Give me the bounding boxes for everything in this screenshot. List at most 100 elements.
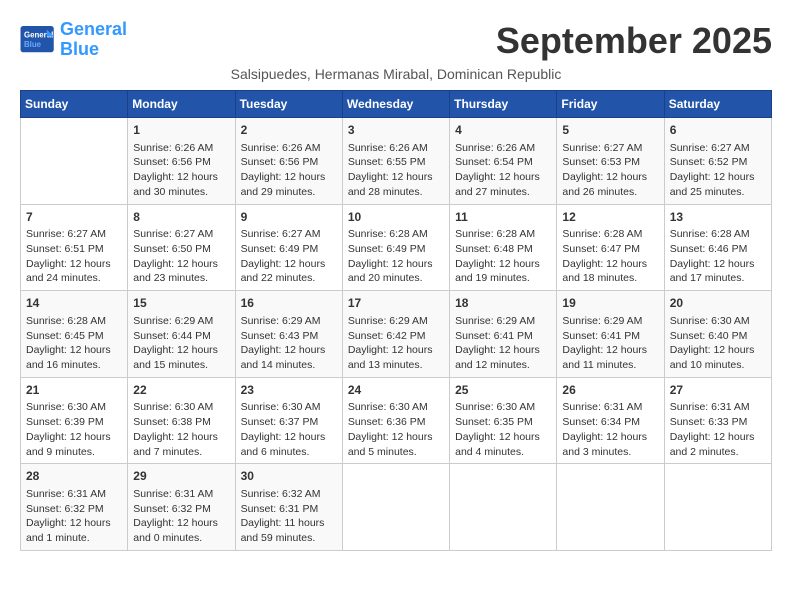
- day-header-friday: Friday: [557, 91, 664, 118]
- day-info: Sunrise: 6:31 AM Sunset: 6:34 PM Dayligh…: [562, 400, 658, 459]
- calendar-cell: 15Sunrise: 6:29 AM Sunset: 6:44 PM Dayli…: [128, 291, 235, 378]
- day-number: 2: [241, 122, 337, 139]
- day-header-saturday: Saturday: [664, 91, 771, 118]
- week-row-2: 7Sunrise: 6:27 AM Sunset: 6:51 PM Daylig…: [21, 204, 772, 291]
- calendar-cell: 29 Sunrise: 6:31 AM Sunset: 6:32 PM Dayli…: [128, 464, 235, 551]
- day-number: 19: [562, 295, 658, 312]
- day-info: Sunrise: 6:27 AM Sunset: 6:53 PM Dayligh…: [562, 141, 658, 200]
- day-number: 9: [241, 209, 337, 226]
- day-header-wednesday: Wednesday: [342, 91, 449, 118]
- day-info: Sunrise: 6:31 AM Sunset: 6:33 PM Dayligh…: [670, 400, 766, 459]
- calendar-cell: 25Sunrise: 6:30 AM Sunset: 6:35 PM Dayli…: [450, 377, 557, 464]
- day-number: 14: [26, 295, 122, 312]
- day-info: Sunrise: 6:32 AM Sunset: 6:31 PM Dayligh…: [241, 487, 337, 546]
- day-number: 5: [562, 122, 658, 139]
- day-number: 29: [133, 468, 229, 485]
- day-info: Sunrise: 6:31 AM Sunset: 6:32 PM Dayligh…: [133, 487, 229, 546]
- calendar-cell: [664, 464, 771, 551]
- logo: General Blue GeneralBlue: [20, 20, 127, 60]
- calendar-cell: 30 Sunrise: 6:32 AM Sunset: 6:31 PM Dayli…: [235, 464, 342, 551]
- week-row-3: 14Sunrise: 6:28 AM Sunset: 6:45 PM Dayli…: [21, 291, 772, 378]
- calendar-cell: 9Sunrise: 6:27 AM Sunset: 6:49 PM Daylig…: [235, 204, 342, 291]
- week-row-1: 1 Sunrise: 6:26 AM Sunset: 6:56 PM Daylig…: [21, 118, 772, 205]
- logo-icon: General Blue: [20, 26, 56, 54]
- day-number: 26: [562, 382, 658, 399]
- day-info: Sunrise: 6:29 AM Sunset: 6:44 PM Dayligh…: [133, 314, 229, 373]
- calendar-table: SundayMondayTuesdayWednesdayThursdayFrid…: [20, 90, 772, 551]
- logo-text: GeneralBlue: [60, 20, 127, 60]
- day-info: Sunrise: 6:30 AM Sunset: 6:35 PM Dayligh…: [455, 400, 551, 459]
- day-number: 20: [670, 295, 766, 312]
- calendar-cell: 19 Sunrise: 6:29 AM Sunset: 6:41 PM Dayli…: [557, 291, 664, 378]
- calendar-subtitle: Salsipuedes, Hermanas Mirabal, Dominican…: [20, 66, 772, 82]
- day-number: 22: [133, 382, 229, 399]
- calendar-cell: 28 Sunrise: 6:31 AM Sunset: 6:32 PM Dayli…: [21, 464, 128, 551]
- day-info: Sunrise: 6:30 AM Sunset: 6:36 PM Dayligh…: [348, 400, 444, 459]
- calendar-cell: 10Sunrise: 6:28 AM Sunset: 6:49 PM Dayli…: [342, 204, 449, 291]
- day-header-sunday: Sunday: [21, 91, 128, 118]
- day-number: 17: [348, 295, 444, 312]
- day-info: Sunrise: 6:28 AM Sunset: 6:49 PM Dayligh…: [348, 227, 444, 286]
- day-number: 24: [348, 382, 444, 399]
- calendar-cell: 4Sunrise: 6:26 AM Sunset: 6:54 PM Daylig…: [450, 118, 557, 205]
- day-number: 6: [670, 122, 766, 139]
- calendar-cell: 24Sunrise: 6:30 AM Sunset: 6:36 PM Dayli…: [342, 377, 449, 464]
- day-number: 4: [455, 122, 551, 139]
- day-number: 16: [241, 295, 337, 312]
- day-info: Sunrise: 6:27 AM Sunset: 6:52 PM Dayligh…: [670, 141, 766, 200]
- day-number: 3: [348, 122, 444, 139]
- day-number: 1: [133, 122, 229, 139]
- calendar-cell: 1 Sunrise: 6:26 AM Sunset: 6:56 PM Daylig…: [128, 118, 235, 205]
- calendar-cell: 11Sunrise: 6:28 AM Sunset: 6:48 PM Dayli…: [450, 204, 557, 291]
- day-info: Sunrise: 6:26 AM Sunset: 6:55 PM Dayligh…: [348, 141, 444, 200]
- calendar-cell: [557, 464, 664, 551]
- day-info: Sunrise: 6:30 AM Sunset: 6:38 PM Dayligh…: [133, 400, 229, 459]
- day-number: 13: [670, 209, 766, 226]
- calendar-cell: [342, 464, 449, 551]
- day-info: Sunrise: 6:26 AM Sunset: 6:56 PM Dayligh…: [133, 141, 229, 200]
- day-number: 10: [348, 209, 444, 226]
- day-info: Sunrise: 6:30 AM Sunset: 6:40 PM Dayligh…: [670, 314, 766, 373]
- day-number: 25: [455, 382, 551, 399]
- calendar-cell: 16 Sunrise: 6:29 AM Sunset: 6:43 PM Dayli…: [235, 291, 342, 378]
- day-info: Sunrise: 6:30 AM Sunset: 6:37 PM Dayligh…: [241, 400, 337, 459]
- calendar-cell: 17 Sunrise: 6:29 AM Sunset: 6:42 PM Dayli…: [342, 291, 449, 378]
- day-number: 23: [241, 382, 337, 399]
- month-title: September 2025: [496, 20, 772, 62]
- day-number: 8: [133, 209, 229, 226]
- svg-text:Blue: Blue: [24, 40, 42, 49]
- calendar-cell: 5 Sunrise: 6:27 AM Sunset: 6:53 PM Daylig…: [557, 118, 664, 205]
- day-header-monday: Monday: [128, 91, 235, 118]
- day-info: Sunrise: 6:29 AM Sunset: 6:41 PM Dayligh…: [562, 314, 658, 373]
- day-info: Sunrise: 6:28 AM Sunset: 6:47 PM Dayligh…: [562, 227, 658, 286]
- day-info: Sunrise: 6:28 AM Sunset: 6:46 PM Dayligh…: [670, 227, 766, 286]
- day-info: Sunrise: 6:27 AM Sunset: 6:51 PM Dayligh…: [26, 227, 122, 286]
- day-number: 21: [26, 382, 122, 399]
- calendar-cell: [21, 118, 128, 205]
- day-header-thursday: Thursday: [450, 91, 557, 118]
- page-header: General Blue GeneralBlue September 2025: [20, 20, 772, 62]
- day-info: Sunrise: 6:29 AM Sunset: 6:43 PM Dayligh…: [241, 314, 337, 373]
- day-info: Sunrise: 6:29 AM Sunset: 6:42 PM Dayligh…: [348, 314, 444, 373]
- calendar-cell: 13Sunrise: 6:28 AM Sunset: 6:46 PM Dayli…: [664, 204, 771, 291]
- calendar-cell: 21Sunrise: 6:30 AM Sunset: 6:39 PM Dayli…: [21, 377, 128, 464]
- calendar-cell: 14Sunrise: 6:28 AM Sunset: 6:45 PM Dayli…: [21, 291, 128, 378]
- day-info: Sunrise: 6:31 AM Sunset: 6:32 PM Dayligh…: [26, 487, 122, 546]
- calendar-header: SundayMondayTuesdayWednesdayThursdayFrid…: [21, 91, 772, 118]
- day-number: 27: [670, 382, 766, 399]
- calendar-cell: 18Sunrise: 6:29 AM Sunset: 6:41 PM Dayli…: [450, 291, 557, 378]
- calendar-cell: 27Sunrise: 6:31 AM Sunset: 6:33 PM Dayli…: [664, 377, 771, 464]
- day-number: 12: [562, 209, 658, 226]
- calendar-cell: 7Sunrise: 6:27 AM Sunset: 6:51 PM Daylig…: [21, 204, 128, 291]
- day-info: Sunrise: 6:27 AM Sunset: 6:49 PM Dayligh…: [241, 227, 337, 286]
- calendar-cell: 6 Sunrise: 6:27 AM Sunset: 6:52 PM Daylig…: [664, 118, 771, 205]
- day-header-tuesday: Tuesday: [235, 91, 342, 118]
- day-number: 28: [26, 468, 122, 485]
- day-number: 11: [455, 209, 551, 226]
- calendar-cell: 22Sunrise: 6:30 AM Sunset: 6:38 PM Dayli…: [128, 377, 235, 464]
- calendar-cell: [450, 464, 557, 551]
- calendar-cell: 23Sunrise: 6:30 AM Sunset: 6:37 PM Dayli…: [235, 377, 342, 464]
- calendar-cell: 12Sunrise: 6:28 AM Sunset: 6:47 PM Dayli…: [557, 204, 664, 291]
- day-number: 30: [241, 468, 337, 485]
- day-number: 18: [455, 295, 551, 312]
